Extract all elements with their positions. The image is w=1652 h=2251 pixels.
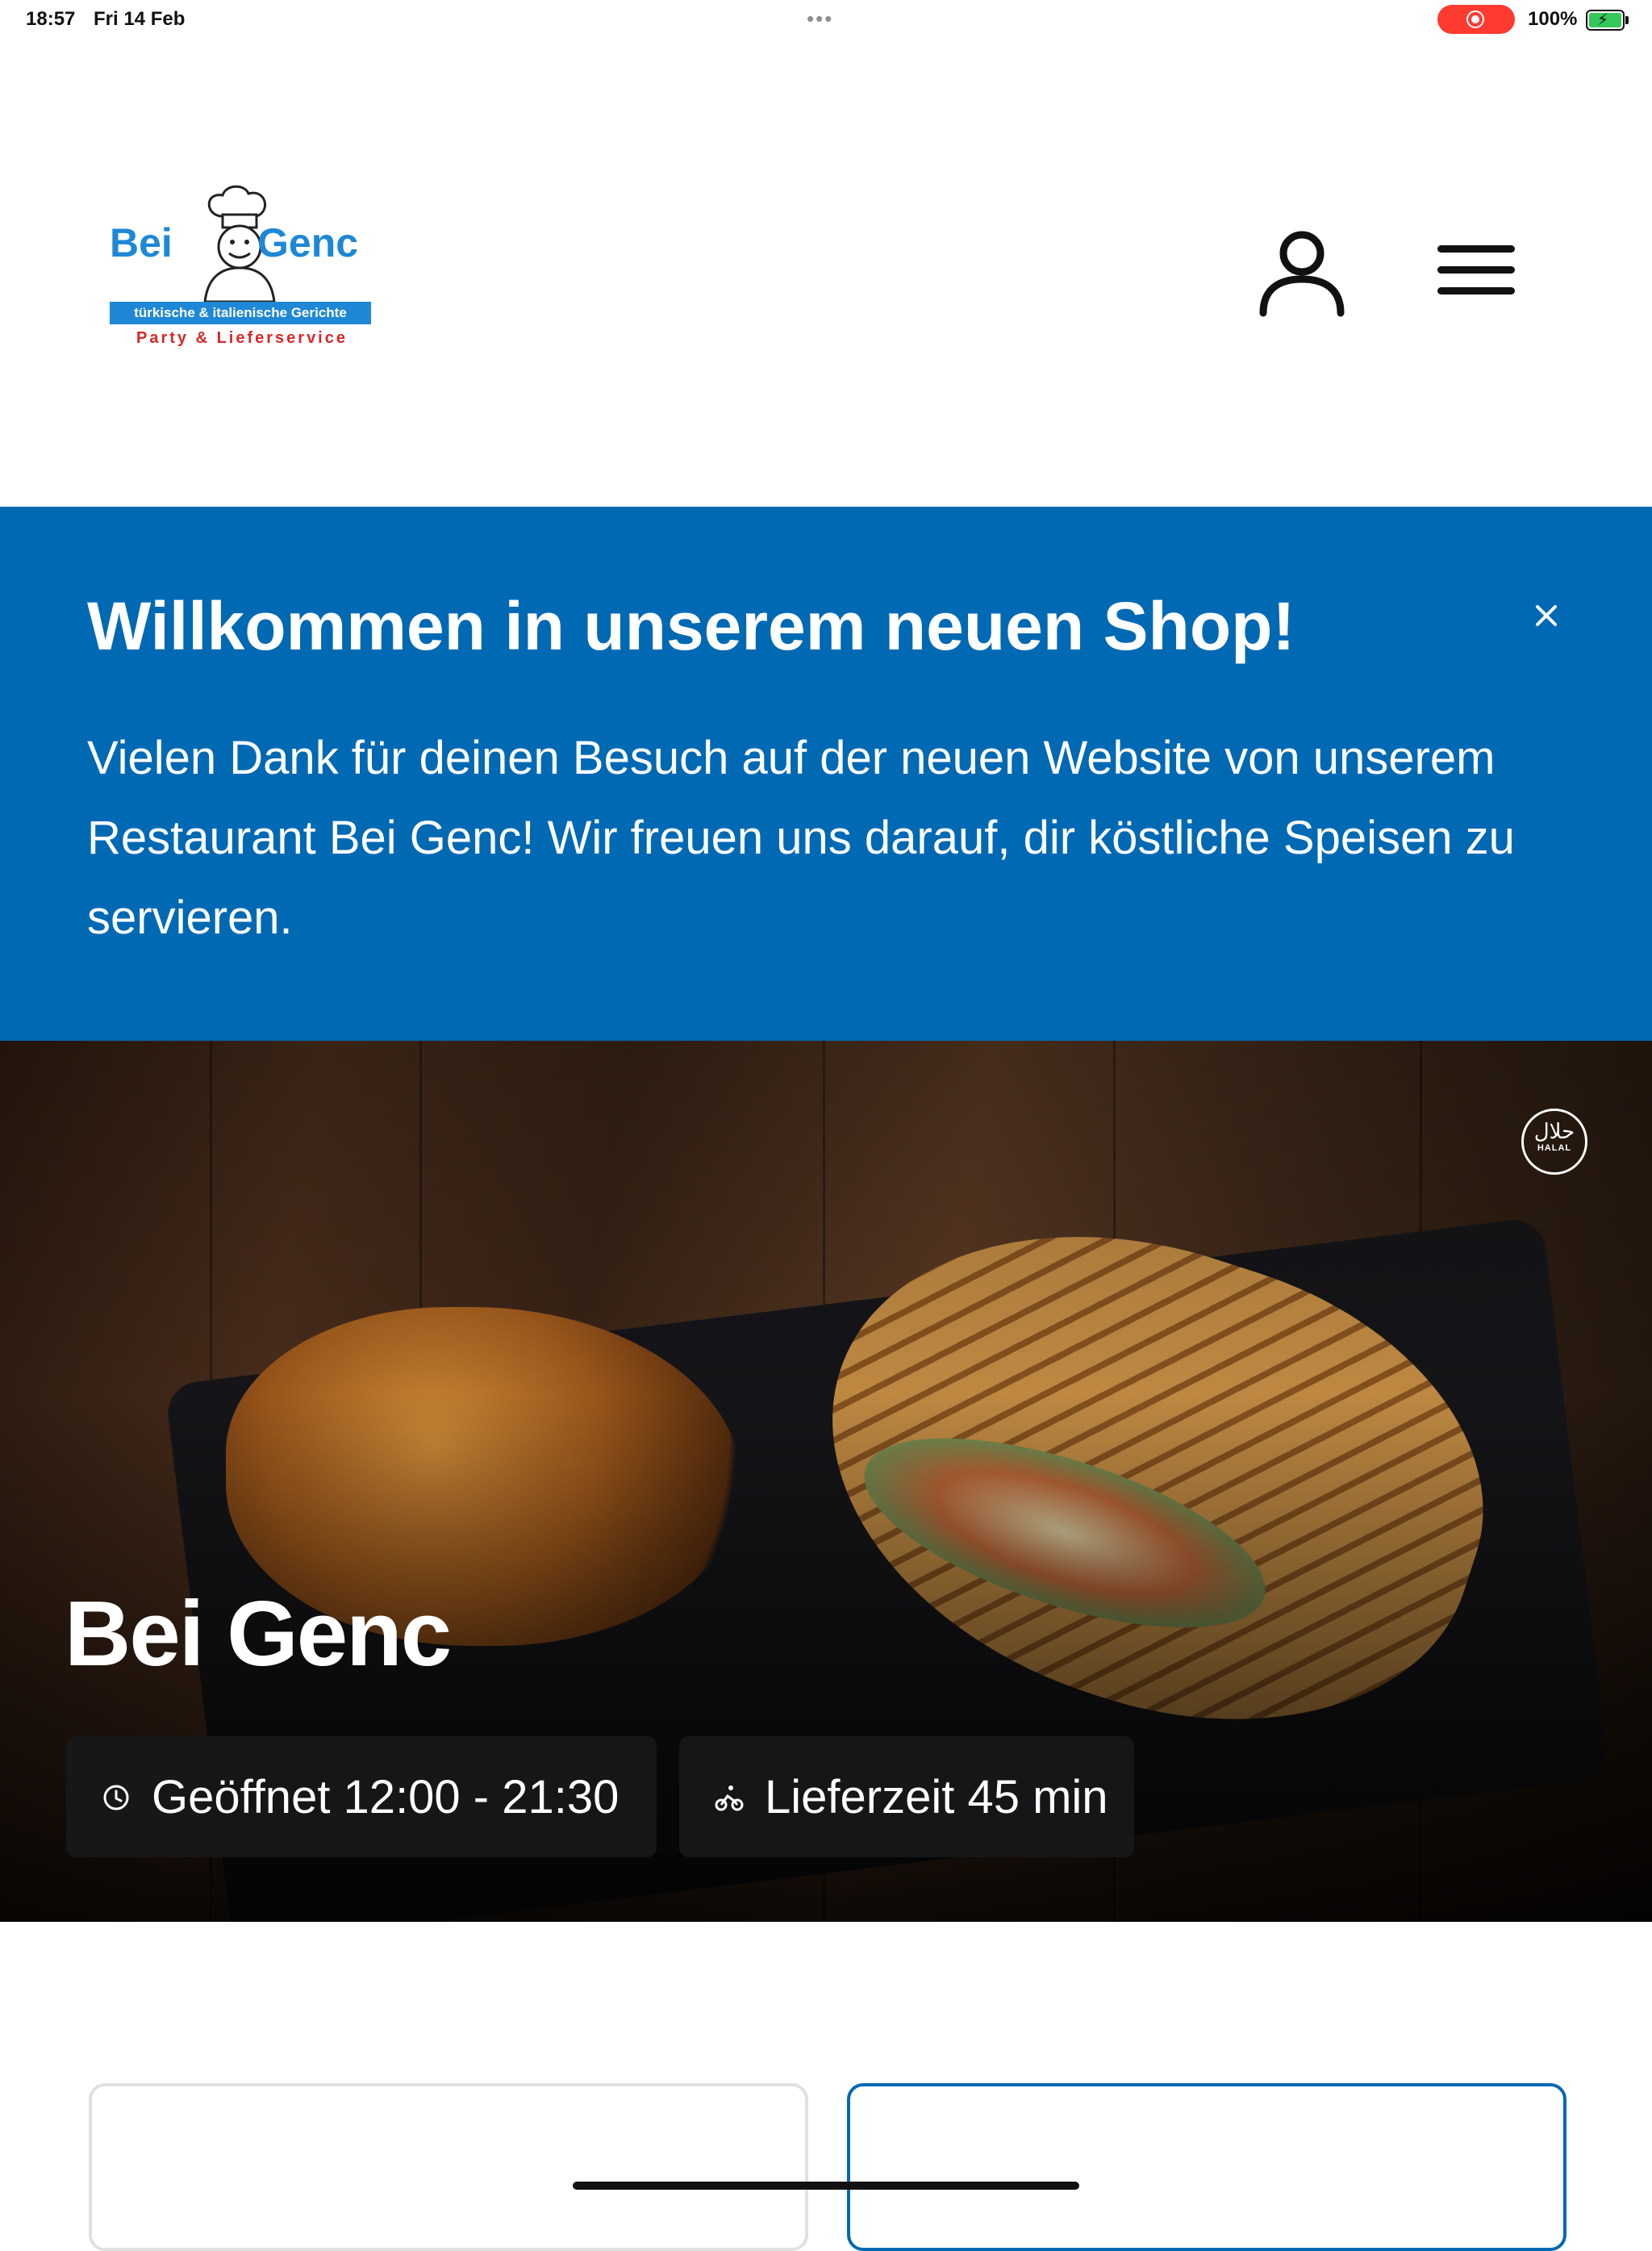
restaurant-name: Bei Genc xyxy=(65,1583,452,1685)
delivery-time-chip[interactable]: Lieferzeit 45 min xyxy=(679,1736,1134,1857)
hero-section: حلال HALAL Bei Genc Geöffnet 12:00 - 21:… xyxy=(0,1041,1652,1922)
home-indicator[interactable] xyxy=(573,2182,1079,2190)
bicycle-icon xyxy=(715,1785,744,1811)
restaurant-logo[interactable]: Bei Genc türkische & italienische Gerich… xyxy=(108,184,374,353)
charging-bolt-icon: ⚡ xyxy=(1597,11,1609,29)
menu-button[interactable] xyxy=(1431,234,1520,307)
hamburger-line xyxy=(1437,287,1515,294)
clock-icon xyxy=(103,1785,129,1810)
battery-percentage: 100% xyxy=(1528,8,1578,30)
opening-hours-chip[interactable]: Geöffnet 12:00 - 21:30 xyxy=(66,1736,657,1857)
close-icon xyxy=(1536,605,1557,626)
opening-hours-label: Geöffnet 12:00 - 21:30 xyxy=(152,1771,620,1823)
halal-latin: HALAL xyxy=(1537,1143,1572,1153)
account-button[interactable] xyxy=(1255,226,1349,319)
status-date: Fri 14 Feb xyxy=(94,8,186,30)
battery-nub xyxy=(1625,16,1629,24)
halal-arabic: حلال xyxy=(1533,1119,1575,1143)
order-option-card-delivery[interactable] xyxy=(847,2083,1566,2251)
record-dot xyxy=(1471,15,1479,23)
multitasking-dots-icon[interactable]: ••• xyxy=(807,6,833,31)
order-option-card-pickup[interactable] xyxy=(89,2083,808,2251)
logo-tagline: Party & Lieferservice xyxy=(136,329,348,347)
screen-recording-indicator[interactable] xyxy=(1437,5,1515,34)
status-bar: 18:57 Fri 14 Feb ••• 100% ⚡ xyxy=(0,0,1652,39)
logo-subtitle: türkische & italienische Gerichte xyxy=(110,302,371,324)
battery-icon: ⚡ xyxy=(1586,10,1629,31)
hamburger-menu-icon xyxy=(1437,245,1515,253)
user-icon xyxy=(1259,231,1345,317)
delivery-time-label: Lieferzeit 45 min xyxy=(765,1771,1108,1823)
welcome-banner: Willkommen in unserem neuen Shop! Vielen… xyxy=(0,507,1652,1041)
banner-text: Vielen Dank für deinen Besuch auf der ne… xyxy=(87,732,1515,944)
banner-title: Willkommen in unserem neuen Shop! xyxy=(87,588,1295,664)
logo-brand-left: Bei xyxy=(110,220,173,265)
status-time: 18:57 xyxy=(26,8,76,30)
logo-brand-right: Genc xyxy=(257,220,359,265)
banner-close-button[interactable] xyxy=(1526,595,1566,636)
hamburger-line xyxy=(1437,266,1515,274)
halal-icon: حلال HALAL xyxy=(1521,1109,1587,1175)
